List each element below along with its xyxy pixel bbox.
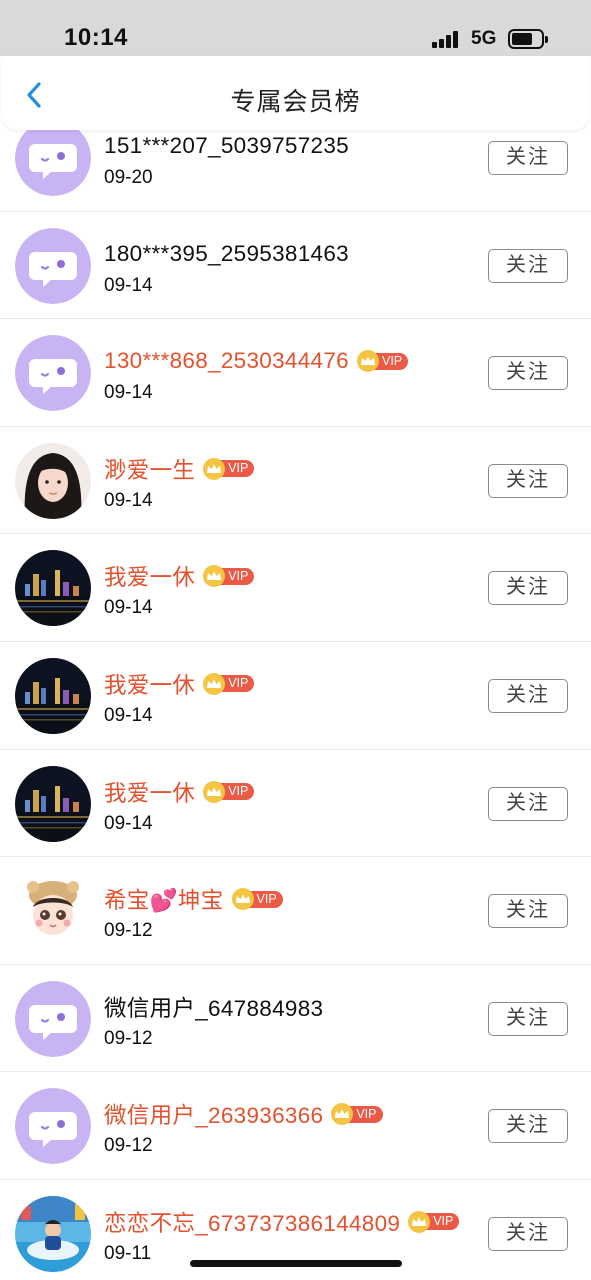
member-date: 09-20 (104, 167, 153, 188)
list-item[interactable]: 渺爱一生 VIP 09-14 关注 (0, 427, 591, 535)
avatar[interactable] (15, 765, 91, 842)
member-name: 我爱一休 (104, 780, 196, 806)
follow-button[interactable]: 关注 (488, 1216, 568, 1251)
crown-icon (235, 894, 250, 904)
status-bar: 10:14 5G (0, 0, 591, 56)
member-date: 09-12 (104, 1135, 153, 1157)
crown-badge (408, 1210, 431, 1233)
follow-button[interactable]: 关注 (488, 1001, 568, 1036)
status-time: 10:14 (64, 24, 128, 51)
nav-bar: 专属会员榜 (2, 56, 589, 130)
follow-button[interactable]: 关注 (488, 894, 568, 929)
member-name: 微信用户_263936366 (104, 1103, 324, 1129)
avatar[interactable] (15, 1088, 91, 1165)
avatar[interactable] (15, 550, 91, 627)
follow-button[interactable]: 关注 (488, 463, 568, 498)
follow-button[interactable]: 关注 (488, 786, 568, 821)
vip-badge: VIP (331, 1103, 383, 1126)
member-name-line: 180***395_2595381463 (104, 240, 349, 268)
member-name-line: 130***868_2530344476 VIP (104, 347, 409, 375)
avatar[interactable] (15, 120, 91, 196)
member-date: 09-12 (104, 920, 153, 942)
member-date: 09-14 (104, 597, 153, 619)
follow-button[interactable]: 关注 (488, 141, 568, 175)
list-item[interactable]: 希宝💕坤宝 VIP 09-12 关注 (0, 857, 591, 965)
crown-icon (412, 1217, 427, 1226)
list-item[interactable]: 我爱一休 VIP 09-14 关注 (0, 534, 591, 642)
signal-icon (432, 30, 462, 48)
avatar[interactable] (15, 980, 91, 1057)
vip-badge: VIP (203, 672, 255, 695)
avatar[interactable] (15, 335, 91, 412)
member-name-line: 我爱一休 VIP (104, 670, 255, 698)
member-name-line: 151***207_5039757235 (104, 132, 349, 160)
follow-button[interactable]: 关注 (488, 571, 568, 606)
list-item[interactable]: 微信用户_263936366 VIP 09-12 关注 (0, 1072, 591, 1180)
vip-badge: VIP (408, 1210, 460, 1233)
avatar[interactable] (15, 873, 91, 950)
member-date: 09-11 (104, 1242, 152, 1264)
member-name: 180***395_2595381463 (104, 240, 349, 266)
vip-badge: VIP (231, 888, 283, 911)
home-indicator (190, 1260, 402, 1267)
avatar[interactable] (15, 657, 91, 734)
avatar[interactable] (15, 1195, 91, 1272)
crown-icon (207, 787, 222, 796)
list-item[interactable]: 180***395_2595381463 09-14 关注 (0, 212, 591, 320)
crown-badge (203, 457, 226, 480)
crown-badge (203, 780, 226, 803)
member-name: 渺爱一生 (104, 457, 196, 483)
list-item[interactable]: 我爱一休 VIP 09-14 关注 (0, 642, 591, 750)
crown-icon (207, 464, 222, 473)
follow-button[interactable]: 关注 (488, 356, 568, 391)
list-item[interactable]: 130***868_2530344476 VIP 09-14 关注 (0, 319, 591, 427)
battery-icon (508, 29, 548, 49)
member-date: 09-12 (104, 1027, 153, 1049)
crown-icon (207, 571, 222, 581)
vip-badge: VIP (203, 565, 255, 588)
member-name-line: 渺爱一生 VIP (104, 455, 255, 483)
page-title: 专属会员榜 (230, 88, 361, 116)
member-date: 09-14 (104, 382, 153, 404)
member-name: 151***207_5039757235 (104, 133, 349, 158)
member-name: 恋恋不忘_67373738614480​9 (104, 1210, 401, 1236)
member-name: 我爱一休 (104, 565, 196, 591)
member-name: 微信用户_647884983 (104, 995, 324, 1021)
member-name: 希宝💕坤宝 (104, 888, 224, 914)
list-item[interactable]: 微信用户_647884983 09-12 关注 (0, 965, 591, 1073)
avatar[interactable] (15, 227, 91, 304)
follow-button[interactable]: 关注 (488, 248, 568, 283)
member-name-line: 微信用户_647884983 (104, 993, 323, 1021)
vip-badge: VIP (203, 780, 255, 803)
member-name-line: 希宝💕坤宝 VIP (104, 885, 283, 913)
member-date: 09-14 (104, 489, 153, 511)
network-type: 5G (471, 28, 497, 49)
crown-badge (231, 888, 254, 911)
member-name-line: 微信用户_263936366 VIP (104, 1100, 383, 1128)
crown-icon (207, 679, 222, 688)
follow-button[interactable]: 关注 (488, 678, 568, 713)
avatar[interactable] (15, 442, 91, 519)
member-name-line: 我爱一休 VIP (104, 778, 255, 806)
member-name-line: 我爱一休 VIP (104, 562, 255, 591)
member-date: 09-14 (104, 704, 153, 726)
list-item[interactable]: 我爱一休 VIP 09-14 关注 (0, 750, 591, 858)
vip-badge: VIP (357, 350, 409, 373)
crown-icon (335, 1109, 350, 1119)
member-name: 130***868_2530344476 (104, 348, 349, 374)
follow-button[interactable]: 关注 (488, 1109, 568, 1144)
crown-badge (203, 672, 226, 695)
member-date: 09-14 (104, 274, 153, 296)
member-list: 151***207_5039757235 09-20 关注 180***395_259… (0, 104, 591, 1280)
crown-icon (361, 356, 375, 366)
vip-badge: VIP (203, 457, 255, 480)
member-date: 09-14 (104, 812, 153, 834)
member-name: 我爱一休 (104, 672, 196, 698)
member-name-line: 恋恋不忘_67373738614480​9 VIP (104, 1208, 460, 1236)
